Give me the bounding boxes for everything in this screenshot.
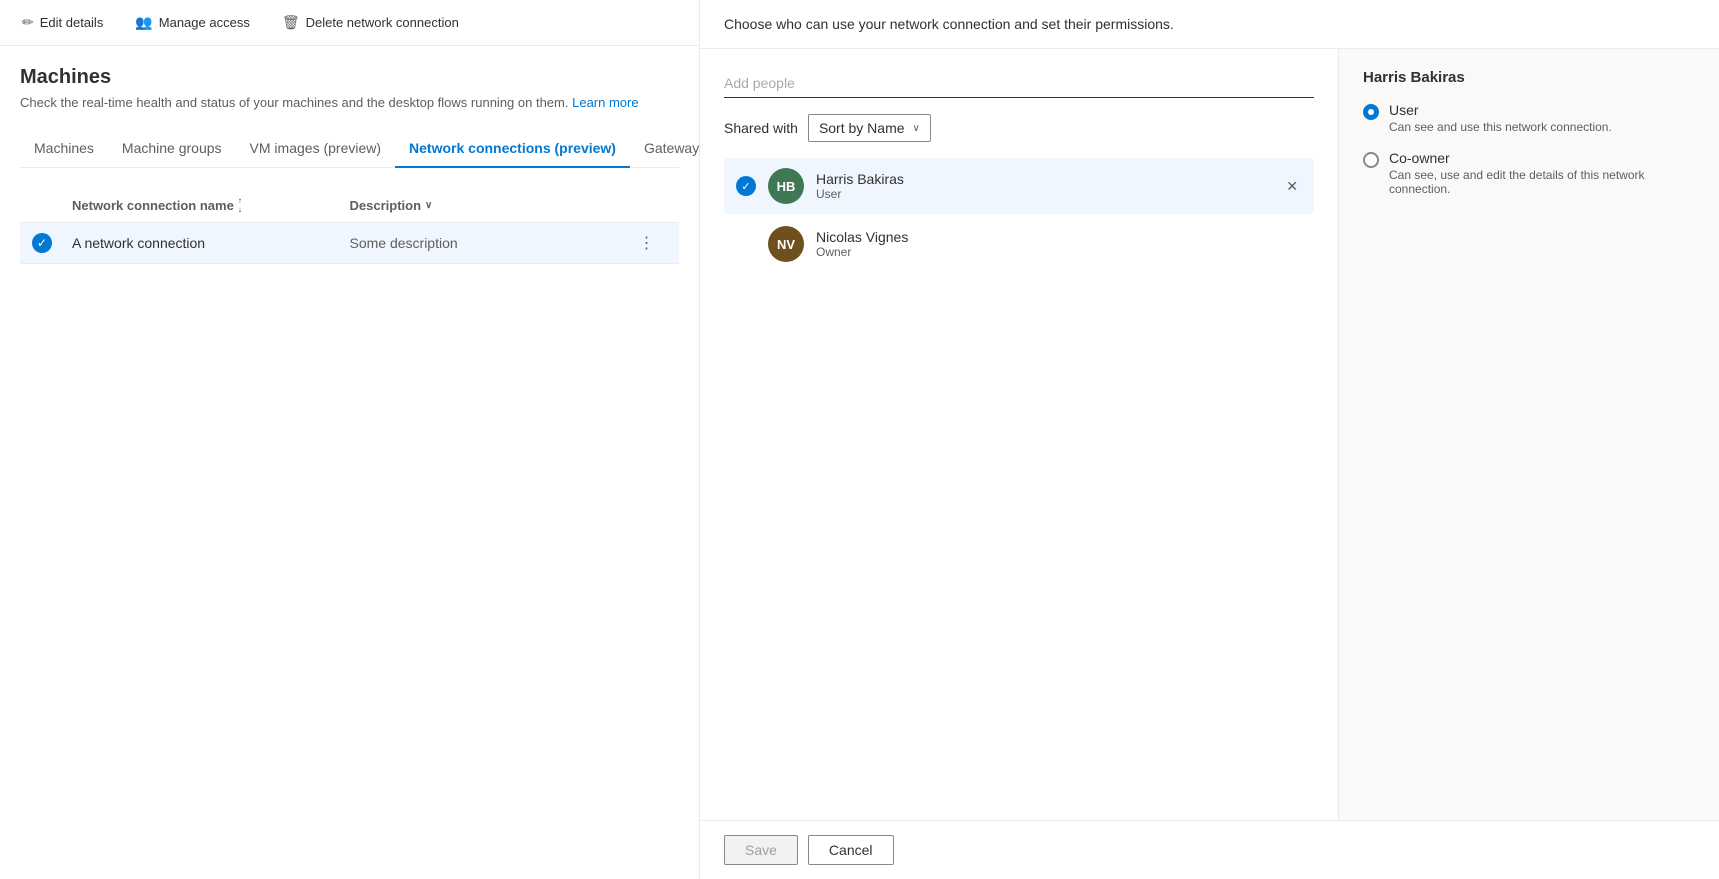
- user-info-nv: Nicolas Vignes Owner: [816, 229, 1302, 259]
- tab-vm-images[interactable]: VM images (preview): [236, 130, 395, 168]
- left-panel: ✏ Edit details 👥 Manage access 🗑 Delete …: [0, 0, 700, 879]
- user-info-hb: Harris Bakiras User: [816, 171, 1270, 201]
- radio-text-coowner: Co-owner Can see, use and edit the detai…: [1389, 150, 1695, 196]
- desc-chevron: ∨: [425, 200, 432, 211]
- user-list: ✓ HB Harris Bakiras User ✕ NV: [724, 158, 1314, 272]
- manage-label: Manage access: [159, 15, 250, 30]
- permissions-section: Harris Bakiras User Can see and use this…: [1339, 49, 1719, 820]
- add-people-input[interactable]: [724, 69, 1314, 98]
- tab-machines[interactable]: Machines: [20, 130, 108, 168]
- avatar-hb: HB: [768, 168, 804, 204]
- radio-desc-coowner: Can see, use and edit the details of thi…: [1389, 168, 1695, 196]
- desc-sort[interactable]: Description ∨: [350, 198, 433, 213]
- cancel-button[interactable]: Cancel: [808, 835, 894, 865]
- row-more-menu[interactable]: ⋮: [627, 233, 667, 253]
- delete-label: Delete network connection: [306, 15, 459, 30]
- radio-text-user: User Can see and use this network connec…: [1389, 102, 1612, 134]
- delete-icon: 🗑: [282, 14, 300, 31]
- radio-desc-user: Can see and use this network connection.: [1389, 120, 1612, 134]
- tab-network-connections[interactable]: Network connections (preview): [395, 130, 630, 168]
- right-panel: Choose who can use your network connecti…: [700, 0, 1719, 879]
- desc-col-header: Description ∨: [350, 198, 628, 213]
- name-col-label: Network connection name: [72, 198, 234, 213]
- sort-icons: ↑↓: [238, 196, 242, 214]
- manage-access-button[interactable]: 👥 Manage access: [129, 10, 256, 35]
- learn-more-link[interactable]: Learn more: [572, 95, 638, 110]
- radio-label-coowner: Co-owner: [1389, 150, 1695, 166]
- radio-label-user: User: [1389, 102, 1612, 118]
- user-role-hb: User: [816, 187, 1270, 201]
- user-role-nv: Owner: [816, 245, 1302, 259]
- panel-footer: Save Cancel: [700, 820, 1719, 879]
- user-name-nv: Nicolas Vignes: [816, 229, 1302, 245]
- page-subtitle: Check the real-time health and status of…: [20, 95, 679, 110]
- row-description: Some description: [350, 235, 628, 251]
- avatar-nv: NV: [768, 226, 804, 262]
- panel-body: Shared with Sort by Name ∨ ✓ HB Harris B…: [700, 49, 1719, 820]
- avatar-initials-nv: NV: [777, 237, 795, 252]
- tabs: Machines Machine groups VM images (previ…: [20, 130, 679, 168]
- row-name: A network connection: [72, 235, 350, 251]
- toolbar: ✏ Edit details 👥 Manage access 🗑 Delete …: [0, 0, 699, 46]
- share-section: Shared with Sort by Name ∨ ✓ HB Harris B…: [700, 49, 1339, 820]
- manage-icon: 👥: [135, 14, 152, 31]
- main-content: Machines Check the real-time health and …: [0, 46, 699, 879]
- radio-option-user: User Can see and use this network connec…: [1363, 102, 1695, 134]
- desc-col-label: Description: [350, 198, 422, 213]
- check-circle: ✓: [32, 233, 52, 253]
- radio-coowner[interactable]: [1363, 152, 1379, 168]
- edit-icon: ✏: [22, 14, 34, 31]
- edit-details-button[interactable]: ✏ Edit details: [16, 10, 109, 35]
- avatar-initials-hb: HB: [777, 179, 796, 194]
- perm-user-name: Harris Bakiras: [1363, 69, 1695, 86]
- table-row[interactable]: ✓ A network connection Some description …: [20, 223, 679, 264]
- user-name-hb: Harris Bakiras: [816, 171, 1270, 187]
- radio-option-coowner: Co-owner Can see, use and edit the detai…: [1363, 150, 1695, 196]
- save-button[interactable]: Save: [724, 835, 798, 865]
- shared-with-row: Shared with Sort by Name ∨: [724, 114, 1314, 142]
- delete-network-button[interactable]: 🗑 Delete network connection: [276, 10, 465, 35]
- table-header: Network connection name ↑↓ Description ∨: [20, 188, 679, 223]
- radio-user[interactable]: [1363, 104, 1379, 120]
- user-item-nv[interactable]: NV Nicolas Vignes Owner: [724, 216, 1314, 272]
- sort-by-label: Sort by Name: [819, 120, 905, 136]
- name-sort[interactable]: Network connection name ↑↓: [72, 196, 242, 214]
- tab-machine-groups[interactable]: Machine groups: [108, 130, 236, 168]
- shared-with-label: Shared with: [724, 120, 798, 136]
- panel-intro: Choose who can use your network connecti…: [700, 0, 1719, 49]
- chevron-down-icon: ∨: [913, 123, 920, 134]
- selected-check-hb: ✓: [736, 176, 756, 196]
- remove-user-hb[interactable]: ✕: [1282, 174, 1302, 199]
- edit-label: Edit details: [40, 15, 104, 30]
- user-item-hb[interactable]: ✓ HB Harris Bakiras User ✕: [724, 158, 1314, 214]
- name-col-header: Network connection name ↑↓: [72, 196, 350, 214]
- subtitle-text: Check the real-time health and status of…: [20, 95, 568, 110]
- row-check: ✓: [32, 233, 72, 253]
- sort-select[interactable]: Sort by Name ∨: [808, 114, 931, 142]
- page-title: Machines: [20, 66, 679, 89]
